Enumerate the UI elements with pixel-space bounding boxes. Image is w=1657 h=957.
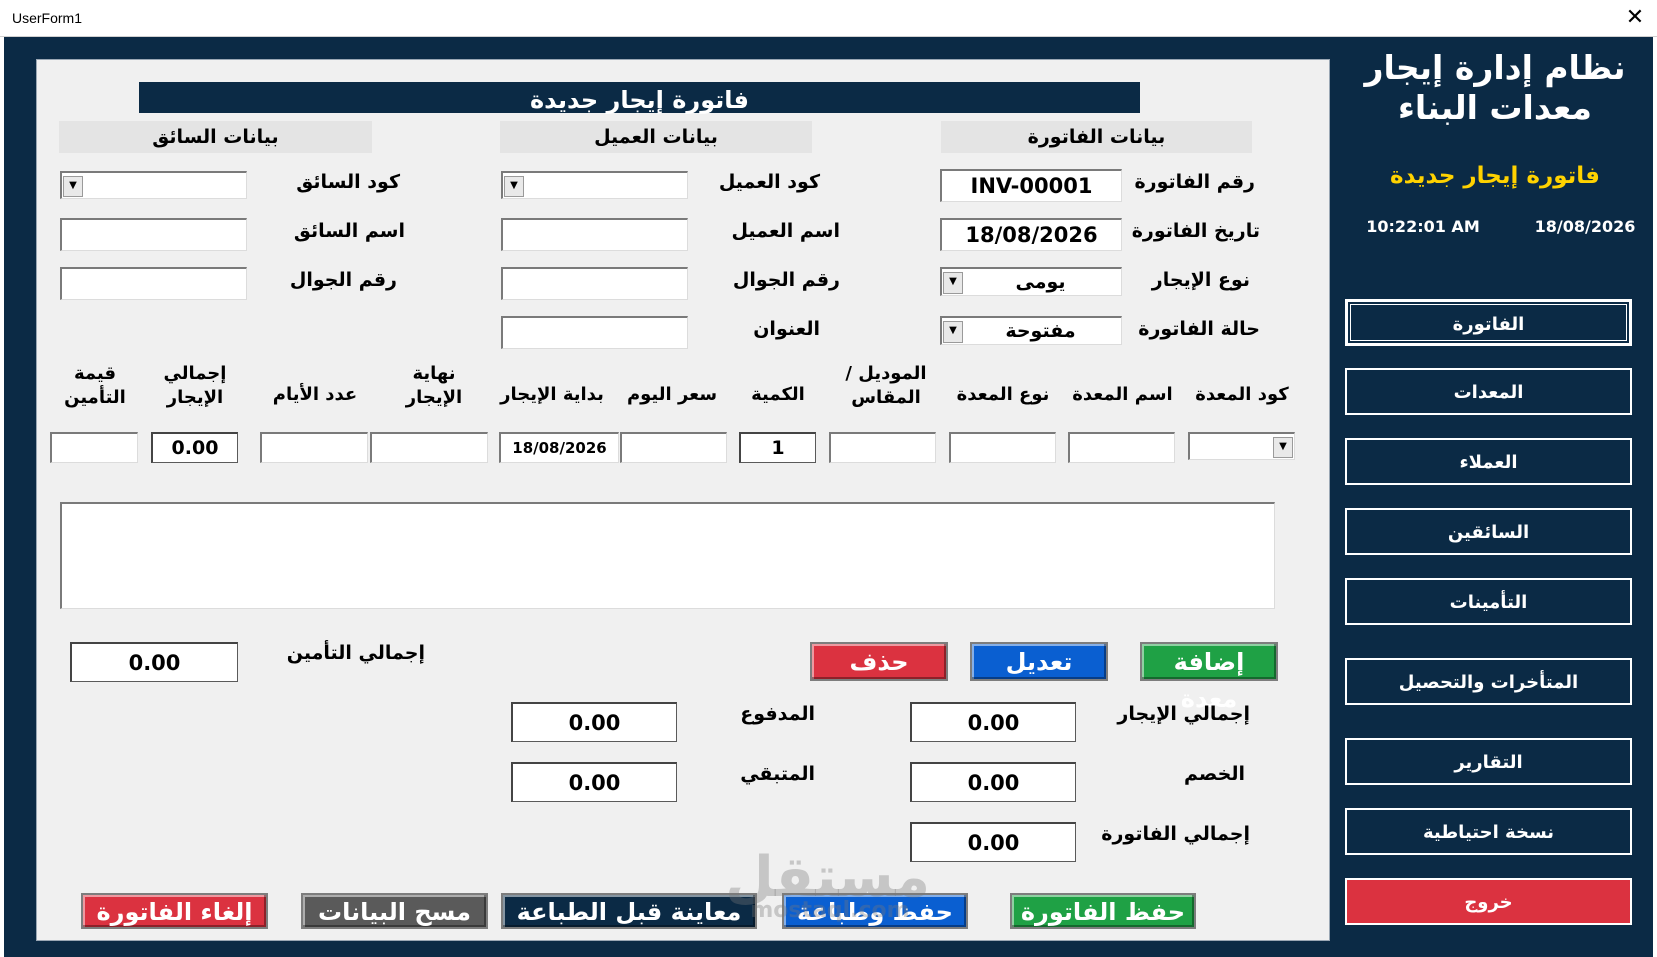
- invoice-number-label: رقم الفاتورة: [1134, 171, 1255, 193]
- invoice-status-value: مفتوحة: [1005, 320, 1076, 342]
- chevron-down-icon[interactable]: ▼: [943, 321, 963, 343]
- current-date: 18/08/2026: [1534, 217, 1636, 236]
- model-size-field[interactable]: [829, 432, 936, 463]
- section-customer-header: بيانات العميل: [500, 121, 812, 153]
- nav-backup[interactable]: نسخة احتياطية: [1345, 808, 1632, 855]
- paid-label: المدفوع: [740, 703, 815, 725]
- invoice-number-field[interactable]: INV-00001: [940, 169, 1122, 202]
- rent-total-field[interactable]: 0.00: [910, 702, 1076, 742]
- insurance-total-label: إجمالي التأمين: [286, 642, 425, 664]
- customer-name-field[interactable]: [501, 218, 688, 251]
- close-icon[interactable]: ✕: [1618, 2, 1652, 34]
- window-titlebar: UserForm1 ✕: [0, 0, 1657, 37]
- customer-code-select[interactable]: ▼: [501, 171, 688, 199]
- add-equipment-button[interactable]: إضافة معدة: [1140, 642, 1278, 713]
- driver-mobile-field[interactable]: [60, 267, 247, 300]
- invoice-status-select[interactable]: مفتوحة ▼: [940, 316, 1122, 345]
- edit-button[interactable]: تعديل: [970, 642, 1108, 681]
- chevron-down-icon[interactable]: ▼: [63, 176, 83, 197]
- customer-name-label: اسم العميل: [731, 220, 840, 242]
- col-rent-end: نهاية الإيجار: [405, 363, 463, 408]
- equipment-name-field[interactable]: [1068, 432, 1175, 463]
- save-invoice-button[interactable]: حفظ الفاتورة: [1010, 893, 1196, 929]
- nav-exit-button[interactable]: خروج: [1345, 878, 1632, 925]
- col-days-count: عدد الأيام: [272, 384, 358, 405]
- col-day-price: سعر اليوم: [626, 384, 718, 405]
- driver-name-label: اسم السائق: [293, 220, 405, 242]
- invoice-date-field[interactable]: 18/08/2026: [940, 218, 1122, 251]
- nav-invoice[interactable]: الفاتورة: [1345, 299, 1632, 346]
- day-price-field[interactable]: [620, 432, 727, 463]
- col-rent-start: بداية الإيجار: [500, 384, 604, 405]
- customer-mobile-field[interactable]: [501, 267, 688, 300]
- nav-customers[interactable]: العملاء: [1345, 438, 1632, 485]
- col-equipment-code: كود المعدة: [1195, 384, 1289, 405]
- nav-insurance[interactable]: التأمينات: [1345, 578, 1632, 625]
- save-print-button[interactable]: حفظ وطباعة: [782, 893, 968, 929]
- delete-button[interactable]: حذف: [810, 642, 948, 681]
- nav-arrears-collection[interactable]: المتأخرات والتحصيل: [1345, 658, 1632, 705]
- rent-type-label: نوع الإيجار: [1151, 269, 1250, 291]
- sidebar-subtitle: فاتورة إيجار جديدة: [1390, 163, 1600, 189]
- customer-address-field[interactable]: [501, 316, 688, 349]
- driver-code-label: كود السائق: [296, 171, 400, 193]
- driver-code-select[interactable]: ▼: [60, 171, 247, 199]
- rent-total-label: إجمالي الإيجار: [1117, 703, 1250, 725]
- col-total-rent: إجمالي الإيجار: [163, 363, 227, 408]
- section-driver-header: بيانات السائق: [59, 121, 372, 153]
- invoice-total-field[interactable]: 0.00: [910, 822, 1076, 862]
- col-equipment-name: اسم المعدة: [1072, 384, 1173, 405]
- invoice-date-label: تاريخ الفاتورة: [1131, 220, 1260, 242]
- rent-type-value: يومى: [1015, 271, 1066, 293]
- col-quantity: الكمية: [751, 384, 805, 405]
- chevron-down-icon[interactable]: ▼: [504, 176, 524, 197]
- driver-name-field[interactable]: [60, 218, 247, 251]
- insurance-total-field[interactable]: 0.00: [70, 642, 238, 682]
- chevron-down-icon[interactable]: ▼: [943, 272, 963, 294]
- customer-code-label: كود العميل: [718, 171, 820, 193]
- nav-equipment[interactable]: المعدات: [1345, 368, 1632, 415]
- insurance-value-field[interactable]: [50, 432, 138, 463]
- total-rent-field[interactable]: 0.00: [151, 432, 238, 463]
- discount-field[interactable]: 0.00: [910, 762, 1076, 802]
- equipment-code-select[interactable]: ▼: [1188, 432, 1295, 460]
- invoice-total-label: إجمالي الفاتورة: [1101, 823, 1250, 845]
- quantity-field[interactable]: 1: [739, 432, 816, 463]
- days-count-field[interactable]: [260, 432, 368, 463]
- remaining-field[interactable]: 0.00: [511, 762, 677, 802]
- current-time: 10:22:01 AM: [1366, 217, 1480, 236]
- paid-field[interactable]: 0.00: [511, 702, 677, 742]
- app-title: نظام إدارة إيجار معدات البناء: [1364, 48, 1626, 127]
- window-title: UserForm1: [12, 10, 83, 26]
- customer-address-label: العنوان: [753, 318, 820, 340]
- col-insurance-value: قيمة التأمين: [64, 363, 126, 408]
- section-invoice-header: بيانات الفاتورة: [941, 121, 1252, 153]
- rent-type-select[interactable]: يومى ▼: [940, 267, 1122, 296]
- nav-reports[interactable]: التقارير: [1345, 738, 1632, 785]
- col-equipment-type: نوع المعدة: [956, 384, 1050, 405]
- cancel-invoice-button[interactable]: إلغاء الفاتورة: [81, 893, 268, 929]
- driver-mobile-label: رقم الجوال: [289, 269, 397, 291]
- rent-start-field[interactable]: 18/08/2026: [499, 432, 619, 463]
- clear-data-button[interactable]: مسح البيانات: [301, 893, 488, 929]
- remaining-label: المتبقي: [740, 763, 815, 785]
- discount-label: الخصم: [1184, 763, 1245, 785]
- page-title: فاتورة إيجار جديدة: [139, 82, 1140, 114]
- invoice-status-label: حالة الفاتورة: [1138, 318, 1260, 340]
- customer-mobile-label: رقم الجوال: [732, 269, 840, 291]
- equipment-list[interactable]: [60, 502, 1275, 609]
- nav-drivers[interactable]: السائقين: [1345, 508, 1632, 555]
- rent-end-field[interactable]: [370, 432, 488, 463]
- equipment-type-field[interactable]: [949, 432, 1056, 463]
- chevron-down-icon[interactable]: ▼: [1273, 437, 1293, 458]
- print-preview-button[interactable]: معاينة قبل الطباعة: [501, 893, 757, 929]
- col-model-size: الموديل / المقاس: [845, 363, 927, 408]
